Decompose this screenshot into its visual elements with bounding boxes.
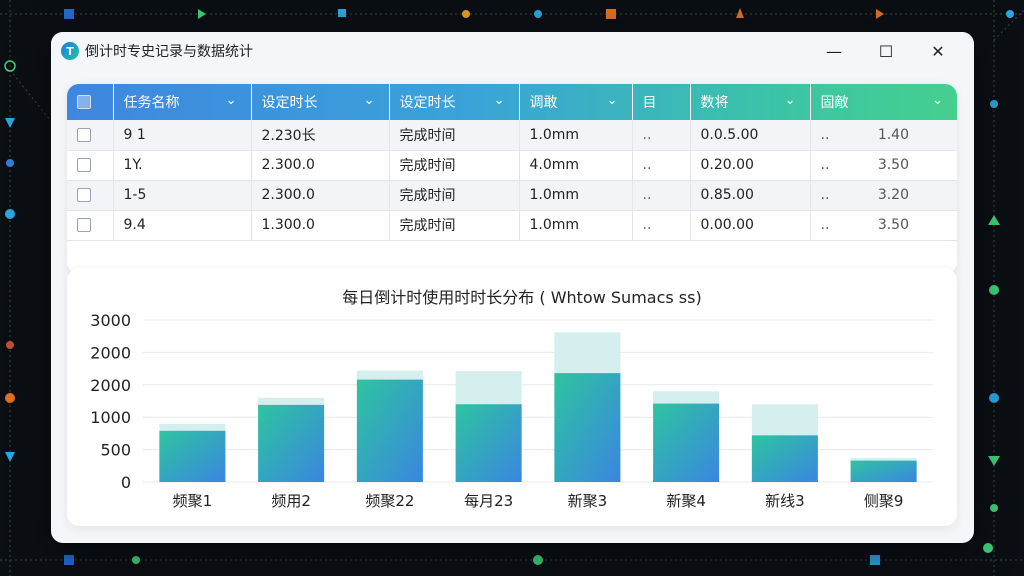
x-tick-label: 新聚3	[568, 492, 608, 510]
bar	[850, 460, 917, 482]
cell-number: 0.0.5.00	[690, 120, 811, 151]
x-tick-label: 新聚4	[666, 492, 706, 510]
column-header[interactable]: 目	[632, 84, 691, 120]
cell-duration: 1.0mm	[519, 180, 633, 211]
maximize-button[interactable]: ☐	[860, 32, 912, 70]
bar	[159, 430, 226, 482]
cell-mode: 完成时间	[389, 120, 520, 151]
x-tick-label: 新线3	[765, 492, 805, 510]
cell-task-name: 1-5	[113, 180, 252, 211]
chevron-down-icon[interactable]: ⌄	[785, 93, 796, 108]
y-tick-label: 3000	[90, 311, 131, 330]
bar	[751, 435, 818, 482]
chevron-down-icon[interactable]: ⌄	[932, 93, 943, 108]
cell-set-duration: 2.230长	[251, 120, 390, 151]
cell-mode: 完成时间	[389, 210, 520, 241]
select-all-checkbox[interactable]	[77, 95, 91, 109]
row-checkbox[interactable]	[77, 218, 91, 232]
window-title: 倒计时专史记录与数据统计	[85, 44, 253, 60]
usage-chart-card: 每日倒计时使用时时长分布 ( Whtow Sumacs ss) 0 500 1000…	[67, 268, 957, 526]
x-tick-label: 频用2	[271, 492, 311, 510]
cell-duration: 1.0mm	[519, 120, 633, 151]
chevron-down-icon[interactable]: ⌄	[607, 93, 618, 108]
cell-mode: 完成时间	[389, 180, 520, 211]
window-controls: — ☐ ✕	[808, 32, 964, 70]
bar	[653, 403, 720, 482]
select-all-cell[interactable]	[67, 84, 114, 120]
records-table-card: 任务名称 ⌄ 设定时长 ⌄ 设定时长 ⌄ 调敢 ⌄ 目 数将 ⌄ 固敵 ⌄ 9 1 2.23…	[67, 84, 957, 274]
records-table: 任务名称 ⌄ 设定时长 ⌄ 设定时长 ⌄ 调敢 ⌄ 目 数将 ⌄ 固敵 ⌄ 9 1 2.23…	[67, 84, 957, 241]
cell-more: ..	[820, 187, 830, 203]
cell-value: 3.50	[877, 157, 909, 173]
cell-number: 0.00.00	[690, 210, 811, 241]
table-row[interactable]: 1Y. 2.300.0 完成时间 4.0mm .. 0.20.00 .. 3.50	[67, 150, 957, 181]
cell-value: 3.20	[877, 187, 909, 203]
column-header[interactable]: 设定时长 ⌄	[389, 84, 520, 120]
cell-duration: 1.0mm	[519, 210, 633, 241]
cell-set-duration: 2.300.0	[251, 180, 390, 211]
close-button[interactable]: ✕	[912, 32, 964, 70]
cell-more: ..	[820, 126, 830, 143]
y-tick-label: 2000	[90, 376, 131, 395]
row-checkbox[interactable]	[77, 127, 91, 142]
bar	[258, 404, 325, 482]
cell-number: 0.85.00	[690, 180, 811, 211]
cell-more: ..	[632, 180, 691, 211]
bar	[455, 404, 522, 482]
usage-bar-chart: 0 500 1000 2000 2000 3000 频聚1 频用2 频聚22 每月23 新聚3 新聚4…	[90, 311, 933, 510]
table-row[interactable]: 9 1 2.230长 完成时间 1.0mm .. 0.0.5.00 .. 1.40	[67, 120, 957, 151]
cell-set-duration: 2.300.0	[251, 150, 390, 181]
cell-more: ..	[820, 157, 830, 173]
y-tick-label: 500	[100, 441, 131, 460]
table-header-row: 任务名称 ⌄ 设定时长 ⌄ 设定时长 ⌄ 调敢 ⌄ 目 数将 ⌄ 固敵 ⌄	[67, 84, 957, 120]
x-tick-label: 侧聚9	[864, 492, 904, 510]
table-row[interactable]: 1-5 2.300.0 完成时间 1.0mm .. 0.85.00 .. 3.20	[67, 180, 957, 211]
chevron-down-icon[interactable]: ⌄	[364, 93, 375, 108]
app-logo-icon: T	[61, 42, 79, 60]
y-tick-label: 0	[121, 473, 131, 492]
column-header[interactable]: 调敢 ⌄	[519, 84, 633, 120]
cell-more: ..	[632, 150, 691, 181]
x-tick-label: 每月23	[464, 492, 513, 510]
column-header[interactable]: 设定时长 ⌄	[251, 84, 390, 120]
cell-more: ..	[820, 217, 830, 233]
column-header[interactable]: 固敵 ⌄	[810, 84, 957, 120]
y-tick-label: 1000	[90, 408, 131, 427]
cell-number: 0.20.00	[690, 150, 811, 181]
cell-duration: 4.0mm	[519, 150, 633, 181]
cell-mode: 完成时间	[389, 150, 520, 181]
table-row[interactable]: 9.4 1.300.0 完成时间 1.0mm .. 0.00.00 .. 3.50	[67, 210, 957, 241]
minimize-button[interactable]: —	[808, 32, 860, 70]
cell-more: ..	[632, 120, 691, 151]
app-window: T 倒计时专史记录与数据统计 — ☐ ✕ 任务名称 ⌄ 设定时长 ⌄ 设定时长 …	[51, 32, 974, 543]
cell-more: ..	[632, 210, 691, 241]
y-tick-label: 2000	[90, 343, 131, 362]
chevron-down-icon[interactable]: ⌄	[494, 93, 505, 108]
cell-set-duration: 1.300.0	[251, 210, 390, 241]
x-tick-label: 频聚22	[365, 492, 414, 510]
bar	[554, 373, 621, 482]
title-bar: T 倒计时专史记录与数据统计 — ☐ ✕	[51, 32, 974, 70]
column-header[interactable]: 任务名称 ⌄	[113, 84, 252, 120]
cell-task-name: 9.4	[113, 210, 252, 241]
cell-task-name: 9 1	[113, 120, 252, 151]
bar	[356, 379, 423, 482]
cell-task-name: 1Y.	[113, 150, 252, 181]
column-header[interactable]: 数将 ⌄	[690, 84, 811, 120]
row-checkbox[interactable]	[77, 158, 91, 172]
cell-value: 1.40	[877, 126, 909, 143]
chevron-down-icon[interactable]: ⌄	[226, 93, 237, 108]
x-tick-label: 频聚1	[173, 492, 213, 510]
row-checkbox[interactable]	[77, 188, 91, 202]
cell-value: 3.50	[877, 217, 909, 233]
